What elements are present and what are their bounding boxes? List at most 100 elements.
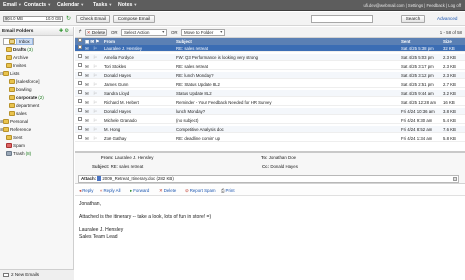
row-checkbox[interactable]: [78, 72, 82, 76]
table-row[interactable]: ✉ ⚐ Tori Stokles RE: sales retreat Sat 4/25 …: [75, 63, 465, 70]
table-row[interactable]: ✉ ⚐ James Gunn RE: Status Update 8L2 Sat 4/2…: [75, 81, 465, 88]
row-checkbox[interactable]: [78, 45, 82, 49]
folder-personal[interactable]: ⊞ Personal: [0, 118, 28, 126]
table-row[interactable]: ✉ ⚐ Donald Hayes lunch Monday? Fri 4/24 10:3…: [75, 108, 465, 115]
message-list-toolbar: ↱ ✕ Delete OR Select Action ▼ OR Move to …: [75, 27, 465, 38]
row-checkbox[interactable]: [78, 63, 82, 67]
folder-inbox[interactable]: Inbox: [3, 38, 34, 45]
delete-message-button[interactable]: ✕Delete: [159, 186, 176, 196]
flag-icon[interactable]: ⚐: [93, 72, 97, 79]
table-row[interactable]: ✉ ⚐ Sandra Lloyd Status Update 8L2 Sat 4/25 …: [75, 90, 465, 97]
select-action-value: Select Action: [124, 30, 150, 35]
menu-email[interactable]: Email▼: [3, 2, 22, 8]
account-links[interactable]: ufi.dev@webmail.com | Settings | Feedbac…: [363, 3, 461, 8]
reply-all-button[interactable]: «Reply All: [100, 186, 121, 196]
check-email-button[interactable]: Check Email: [76, 15, 110, 23]
new-emails-notice[interactable]: 2 New Emails: [0, 269, 74, 280]
reply-button[interactable]: ◂Reply: [79, 186, 93, 196]
table-row[interactable]: ✉ ⚐ M. Hong Competitive Analysis doc Fri 4/2…: [75, 126, 465, 133]
table-row[interactable]: ✉ ⚐ Richard M. Hebert Reminder - Your Feedb…: [75, 99, 465, 106]
row-checkbox[interactable]: [78, 126, 82, 130]
folder-trash[interactable]: Trash(8): [3, 150, 31, 158]
flag-icon[interactable]: ⚐: [93, 99, 97, 106]
sent-cell: Sat 4/25 5:38 pm: [401, 46, 434, 51]
menu-calendar[interactable]: Calendar▼: [57, 2, 84, 8]
folder-label: Trash: [13, 151, 25, 156]
folder-label: bowling: [16, 87, 32, 92]
move-to-folder-dropdown[interactable]: Move to Folder ▼: [181, 29, 225, 36]
folder-department[interactable]: department: [9, 102, 39, 110]
advanced-search-link[interactable]: Advanced: [437, 16, 457, 21]
table-row[interactable]: ✉ ⚐ Lauralee J. Hensley RE: sales retreat Sa…: [75, 45, 465, 52]
search-button[interactable]: Search: [401, 15, 425, 23]
flag-icon[interactable]: ⚐: [93, 63, 97, 70]
flag-icon[interactable]: ⚐: [93, 81, 97, 88]
folder-count: (8): [25, 151, 32, 156]
delete-button[interactable]: ✕ Delete: [85, 29, 107, 36]
attachment-filename: 2009_Retreat_Itinerary.doc (282 KB): [102, 176, 174, 181]
folder-lists[interactable]: ⊟ Lists: [0, 70, 19, 78]
column-from[interactable]: From: [104, 38, 115, 45]
select-all-checkbox[interactable]: [78, 38, 82, 42]
reply-arrow-icon: ↱: [78, 29, 83, 35]
menu-notes[interactable]: Notes▼: [118, 2, 137, 8]
subject-cell: RE: deadline comin' up: [176, 136, 221, 141]
row-checkbox[interactable]: [78, 99, 82, 103]
envelope-icon: ✉: [85, 46, 89, 51]
inbox-icon: [9, 39, 15, 45]
body-line: Attached is the itinerary -- take a look…: [79, 214, 212, 220]
folder-corporate[interactable]: corporate(2): [9, 94, 44, 102]
row-checkbox[interactable]: [78, 90, 82, 94]
folder-drafts[interactable]: Drafts(3): [3, 46, 33, 54]
folder-icon: [9, 79, 15, 85]
print-button[interactable]: ⎙Print: [221, 186, 235, 196]
folder-sent[interactable]: Sent: [3, 134, 22, 142]
menu-tasks[interactable]: Tasks▼: [93, 2, 112, 8]
folder-label: Archive: [13, 55, 29, 60]
folder-archive[interactable]: Archive: [3, 54, 28, 62]
reply-all-label: Reply All: [103, 188, 121, 193]
folder-spam[interactable]: Spam: [3, 142, 25, 150]
folder-icon: [6, 47, 12, 53]
table-row[interactable]: ✉ ⚐ Zoë Gathay RE: deadline comin' up Fri 4/…: [75, 135, 465, 142]
preview-cc: Cc: Donald Hayes: [262, 164, 298, 169]
row-checkbox[interactable]: [78, 108, 82, 112]
add-folder-icon[interactable]: ✚ ⚙: [59, 28, 69, 34]
row-checkbox[interactable]: [78, 135, 82, 139]
folder-salesforce[interactable]: [salesforce]: [9, 78, 40, 86]
table-row[interactable]: ✉ ⚐ Amelia Fordyce FW: Q3 Performance is lo…: [75, 54, 465, 61]
pagination-info: 1 - 58 of 58: [439, 30, 462, 35]
column-subject[interactable]: Subject: [176, 38, 192, 45]
refresh-icon[interactable]: ↻: [66, 15, 71, 22]
or-text: OR: [111, 30, 118, 35]
table-row[interactable]: ✉ ⚐ Donald Hayes RE: lunch Monday? Sat 4/25 …: [75, 72, 465, 79]
folder-invites[interactable]: Invites: [3, 62, 26, 70]
flag-icon[interactable]: ⚐: [93, 135, 97, 142]
select-action-dropdown[interactable]: Select Action ▼: [121, 29, 167, 36]
flag-icon[interactable]: ⚐: [93, 45, 97, 52]
flag-icon[interactable]: ⚐: [93, 126, 97, 133]
folder-reference[interactable]: ⊞ Reference: [0, 126, 31, 134]
attachment-link[interactable]: 2009_Retreat_Itinerary.doc (282 KB): [97, 176, 174, 182]
row-checkbox[interactable]: [78, 81, 82, 85]
folder-bowling[interactable]: bowling: [9, 86, 32, 94]
attachment-scroll-icon[interactable]: [453, 177, 457, 181]
folder-sales[interactable]: sales: [9, 110, 27, 118]
compose-email-button[interactable]: Compose Email: [113, 15, 155, 23]
envelope-icon: ✉: [85, 127, 89, 132]
folder-label: Drafts: [13, 47, 27, 52]
report-spam-button[interactable]: ⊘Report Spam: [185, 186, 216, 196]
flag-icon[interactable]: ⚐: [93, 117, 97, 124]
table-row[interactable]: ✉ ⚐ Michele Granado (no subject) Fri 4/24 9:…: [75, 117, 465, 124]
column-sent[interactable]: Sent: [401, 38, 411, 45]
row-checkbox[interactable]: [78, 117, 82, 121]
flag-icon[interactable]: ⚐: [93, 54, 97, 61]
search-input[interactable]: [311, 15, 373, 23]
flag-icon[interactable]: ⚐: [93, 108, 97, 115]
column-size[interactable]: Size: [443, 38, 452, 45]
flag-icon[interactable]: ⚐: [93, 90, 97, 97]
menu-contacts[interactable]: Contacts▼: [24, 2, 51, 8]
from-cell: Lauralee J. Hensley: [104, 46, 142, 51]
forward-button[interactable]: ▸Forward: [130, 186, 149, 196]
row-checkbox[interactable]: [78, 54, 82, 58]
